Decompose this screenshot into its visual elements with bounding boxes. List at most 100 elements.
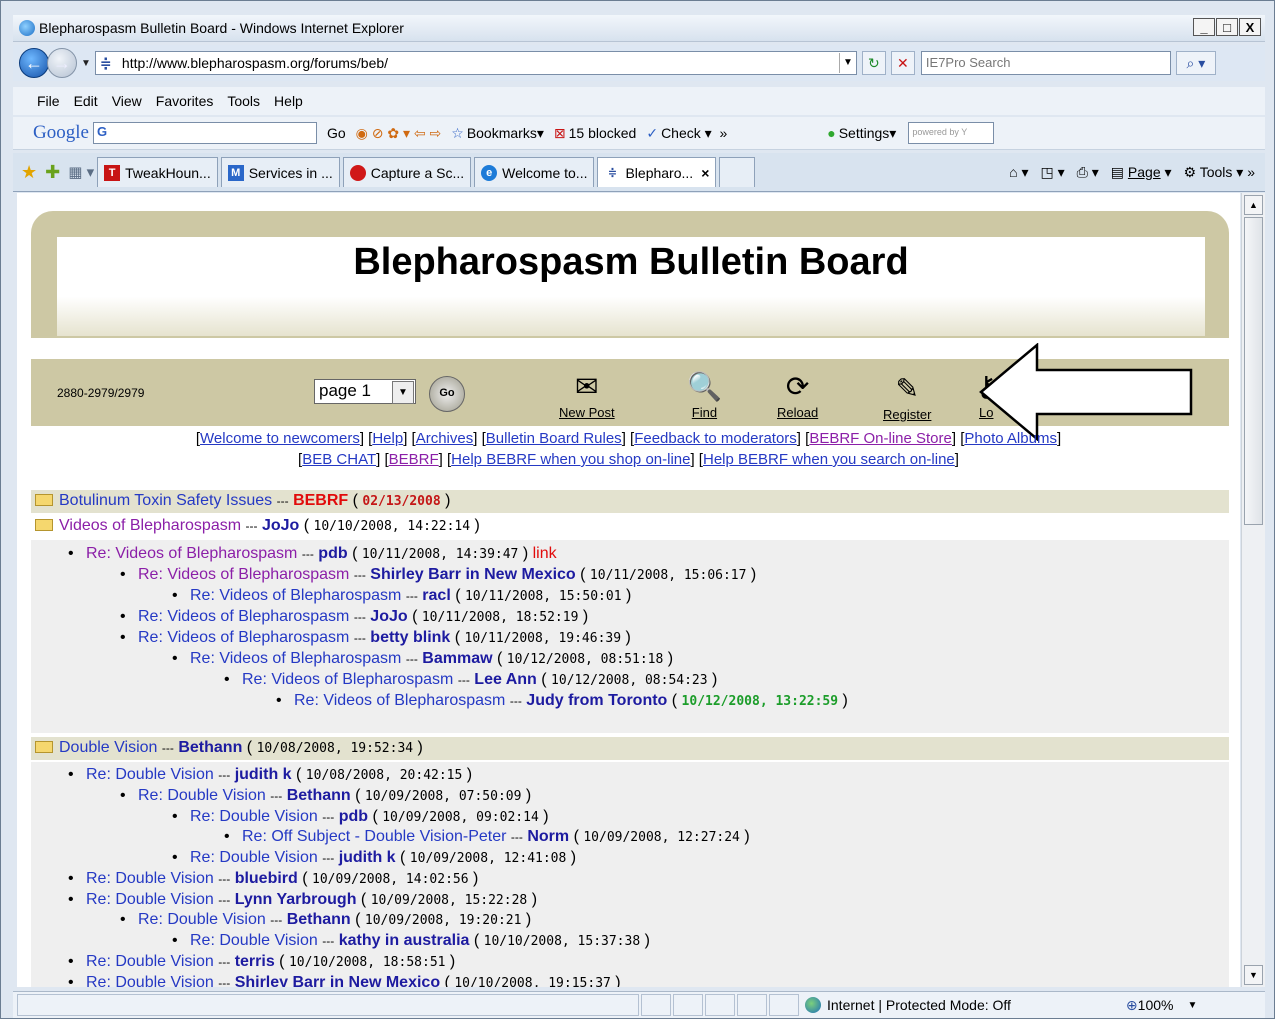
list-item[interactable]: Re: Videos of Blepharospasm --- Shirley … xyxy=(120,565,756,586)
maximize-button[interactable]: □ xyxy=(1216,18,1238,36)
link-feedback[interactable]: Feedback to moderators xyxy=(634,430,797,447)
scroll-thumb[interactable] xyxy=(1244,217,1263,525)
reply-subject[interactable]: Re: Double Vision xyxy=(190,932,318,949)
add-favorite-icon[interactable]: ✚ xyxy=(45,162,60,183)
close-tab-icon[interactable]: × xyxy=(701,165,709,181)
link-store[interactable]: BEBRF On-line Store xyxy=(809,430,952,447)
thread-header[interactable]: Videos of Blepharospasm --- JoJo ( 10/10… xyxy=(31,515,1229,538)
tools-menu[interactable]: ⚙ Tools ▾ » xyxy=(1184,164,1255,181)
thread-subject[interactable]: Botulinum Toxin Safety Issues xyxy=(59,492,272,509)
list-item[interactable]: Re: Double Vision --- Bethann ( 10/09/20… xyxy=(120,786,531,807)
link-help[interactable]: Help xyxy=(372,430,403,447)
reply-subject[interactable]: Re: Videos of Blepharospasm xyxy=(190,587,401,604)
toolbar-icons[interactable]: ◉ ⊘ ✿ ▾ ⇦ ⇨ xyxy=(356,125,442,142)
print-icon[interactable]: ⎙ ▾ xyxy=(1077,164,1099,181)
refresh-icon[interactable]: ↻ xyxy=(861,51,886,75)
menu-view[interactable]: View xyxy=(112,93,142,109)
thread-subject[interactable]: Videos of Blepharospasm xyxy=(59,517,241,534)
google-search-input[interactable]: G xyxy=(92,122,317,144)
find-link[interactable]: Find xyxy=(692,405,717,420)
page-select[interactable]: page 1 ▼ xyxy=(314,379,416,404)
reload-link[interactable]: Reload xyxy=(777,405,818,420)
home-icon[interactable]: ⌂ ▾ xyxy=(1009,164,1028,181)
list-item[interactable]: Re: Double Vision --- Lynn Yarbrough ( 1… xyxy=(68,890,537,911)
search-input[interactable]: IE7Pro Search xyxy=(920,51,1171,75)
register-button[interactable]: ✎ Register xyxy=(883,371,931,422)
zoom-dropdown-icon[interactable]: ▼ xyxy=(1187,1000,1197,1011)
list-item[interactable]: Re: Double Vision --- bluebird ( 10/09/2… xyxy=(68,869,478,890)
close-button[interactable]: X xyxy=(1239,18,1261,36)
zoom-level[interactable]: 100% xyxy=(1138,997,1174,1013)
reload-button[interactable]: ⟳ Reload xyxy=(777,369,818,420)
list-item[interactable]: Re: Double Vision --- Bethann ( 10/09/20… xyxy=(120,910,531,931)
reply-subject[interactable]: Re: Double Vision xyxy=(86,766,214,783)
list-item[interactable]: Re: Videos of Blepharospasm --- pdb ( 10… xyxy=(68,544,557,565)
menu-edit[interactable]: Edit xyxy=(74,93,98,109)
list-item[interactable]: Re: Off Subject - Double Vision-Peter --… xyxy=(224,827,750,848)
tab-capture[interactable]: Capture a Sc... xyxy=(342,157,472,187)
tab-services[interactable]: M Services in ... xyxy=(220,157,340,187)
list-item[interactable]: Re: Double Vision --- pdb ( 10/09/2008, … xyxy=(172,807,549,828)
feeds-icon[interactable]: ◳ ▾ xyxy=(1041,164,1065,181)
thread-subject[interactable]: Double Vision xyxy=(59,739,157,756)
go-button[interactable]: Go xyxy=(429,376,465,412)
minimize-button[interactable]: _ xyxy=(1193,18,1215,36)
page-menu[interactable]: ▤ Page ▾ xyxy=(1111,164,1172,181)
list-item[interactable]: Re: Double Vision --- judith k ( 10/09/2… xyxy=(172,848,576,869)
list-item[interactable]: Re: Double Vision --- judith k ( 10/08/2… xyxy=(68,765,472,786)
google-go-button[interactable]: Go xyxy=(327,125,346,141)
reply-subject[interactable]: Re: Off Subject - Double Vision-Peter xyxy=(242,828,506,845)
tab-tweakhound[interactable]: T TweakHoun... xyxy=(97,157,218,187)
reply-subject[interactable]: Re: Videos of Blepharospasm xyxy=(190,650,401,667)
list-item[interactable]: Re: Videos of Blepharospasm --- Lee Ann … xyxy=(224,670,717,691)
register-link[interactable]: Register xyxy=(883,407,931,422)
reply-link-tag[interactable]: link xyxy=(533,545,557,562)
powered-by-box[interactable]: powered by Y xyxy=(908,122,995,144)
thread-header[interactable]: Double Vision --- Bethann ( 10/08/2008, … xyxy=(31,737,1229,760)
list-item[interactable]: Re: Double Vision --- terris ( 10/10/200… xyxy=(68,952,455,973)
vertical-scrollbar[interactable]: ▲ ▼ xyxy=(1241,193,1265,987)
url-field[interactable]: ≑ http://www.blepharospasm.org/forums/be… xyxy=(94,51,857,75)
reply-subject[interactable]: Re: Double Vision xyxy=(190,849,318,866)
security-zone-text[interactable]: Internet | Protected Mode: Off xyxy=(827,997,1011,1013)
reply-subject[interactable]: Re: Double Vision xyxy=(86,974,214,987)
reply-subject[interactable]: Re: Videos of Blepharospasm xyxy=(138,629,349,646)
scroll-up-icon[interactable]: ▲ xyxy=(1244,195,1263,215)
link-shop[interactable]: Help BEBRF when you shop on-line xyxy=(451,451,690,468)
reply-subject[interactable]: Re: Videos of Blepharospasm xyxy=(138,608,349,625)
scroll-down-icon[interactable]: ▼ xyxy=(1244,965,1263,985)
find-button[interactable]: 🔍 Find xyxy=(687,369,722,420)
menu-favorites[interactable]: Favorites xyxy=(156,93,214,109)
list-item[interactable]: Re: Double Vision --- kathy in australia… xyxy=(172,931,650,952)
reply-subject[interactable]: Re: Videos of Blepharospasm xyxy=(242,671,453,688)
link-bebrf[interactable]: BEBRF xyxy=(389,451,439,468)
link-albums[interactable]: Photo Albums xyxy=(964,430,1057,447)
list-item[interactable]: Re: Double Vision --- Shirley Barr in Ne… xyxy=(68,973,621,987)
reply-subject[interactable]: Re: Double Vision xyxy=(138,911,266,928)
new-post-link[interactable]: New Post xyxy=(559,405,615,420)
reply-subject[interactable]: Re: Double Vision xyxy=(86,953,214,970)
link-welcome[interactable]: Welcome to newcomers xyxy=(200,430,360,447)
menu-file[interactable]: File xyxy=(37,93,60,109)
tab-blepharospasm[interactable]: ≑ Blepharo... × xyxy=(597,157,717,187)
history-dropdown-icon[interactable]: ▼ xyxy=(81,58,91,69)
settings-button[interactable]: ● Settings ▾ xyxy=(827,125,896,142)
tab-welcome[interactable]: e Welcome to... xyxy=(474,157,595,187)
menu-help[interactable]: Help xyxy=(274,93,303,109)
link-chat[interactable]: BEB CHAT xyxy=(302,451,376,468)
link-search[interactable]: Help BEBRF when you search on-line xyxy=(703,451,955,468)
popup-blocker-button[interactable]: ⊠ 15 blocked xyxy=(554,125,636,142)
list-item[interactable]: Re: Videos of Blepharospasm --- racl ( 1… xyxy=(172,586,631,607)
reply-subject[interactable]: Re: Videos of Blepharospasm xyxy=(86,545,297,562)
quick-tabs-icon[interactable]: ▦ ▾ xyxy=(68,163,94,181)
forward-button[interactable]: → xyxy=(47,48,77,78)
reply-subject[interactable]: Re: Double Vision xyxy=(86,891,214,908)
list-item[interactable]: Re: Videos of Blepharospasm --- Bammaw (… xyxy=(172,649,673,670)
spellcheck-button[interactable]: ✓ Check ▾ » xyxy=(646,125,727,142)
reply-subject[interactable]: Re: Double Vision xyxy=(190,808,318,825)
zoom-icon[interactable]: ⊕ xyxy=(1126,997,1138,1014)
url-dropdown-icon[interactable]: ▼ xyxy=(838,53,856,73)
new-tab[interactable] xyxy=(719,157,756,187)
thread-header[interactable]: Botulinum Toxin Safety Issues --- BEBRF … xyxy=(31,490,1229,513)
reply-subject[interactable]: Re: Videos of Blepharospasm xyxy=(294,692,505,709)
